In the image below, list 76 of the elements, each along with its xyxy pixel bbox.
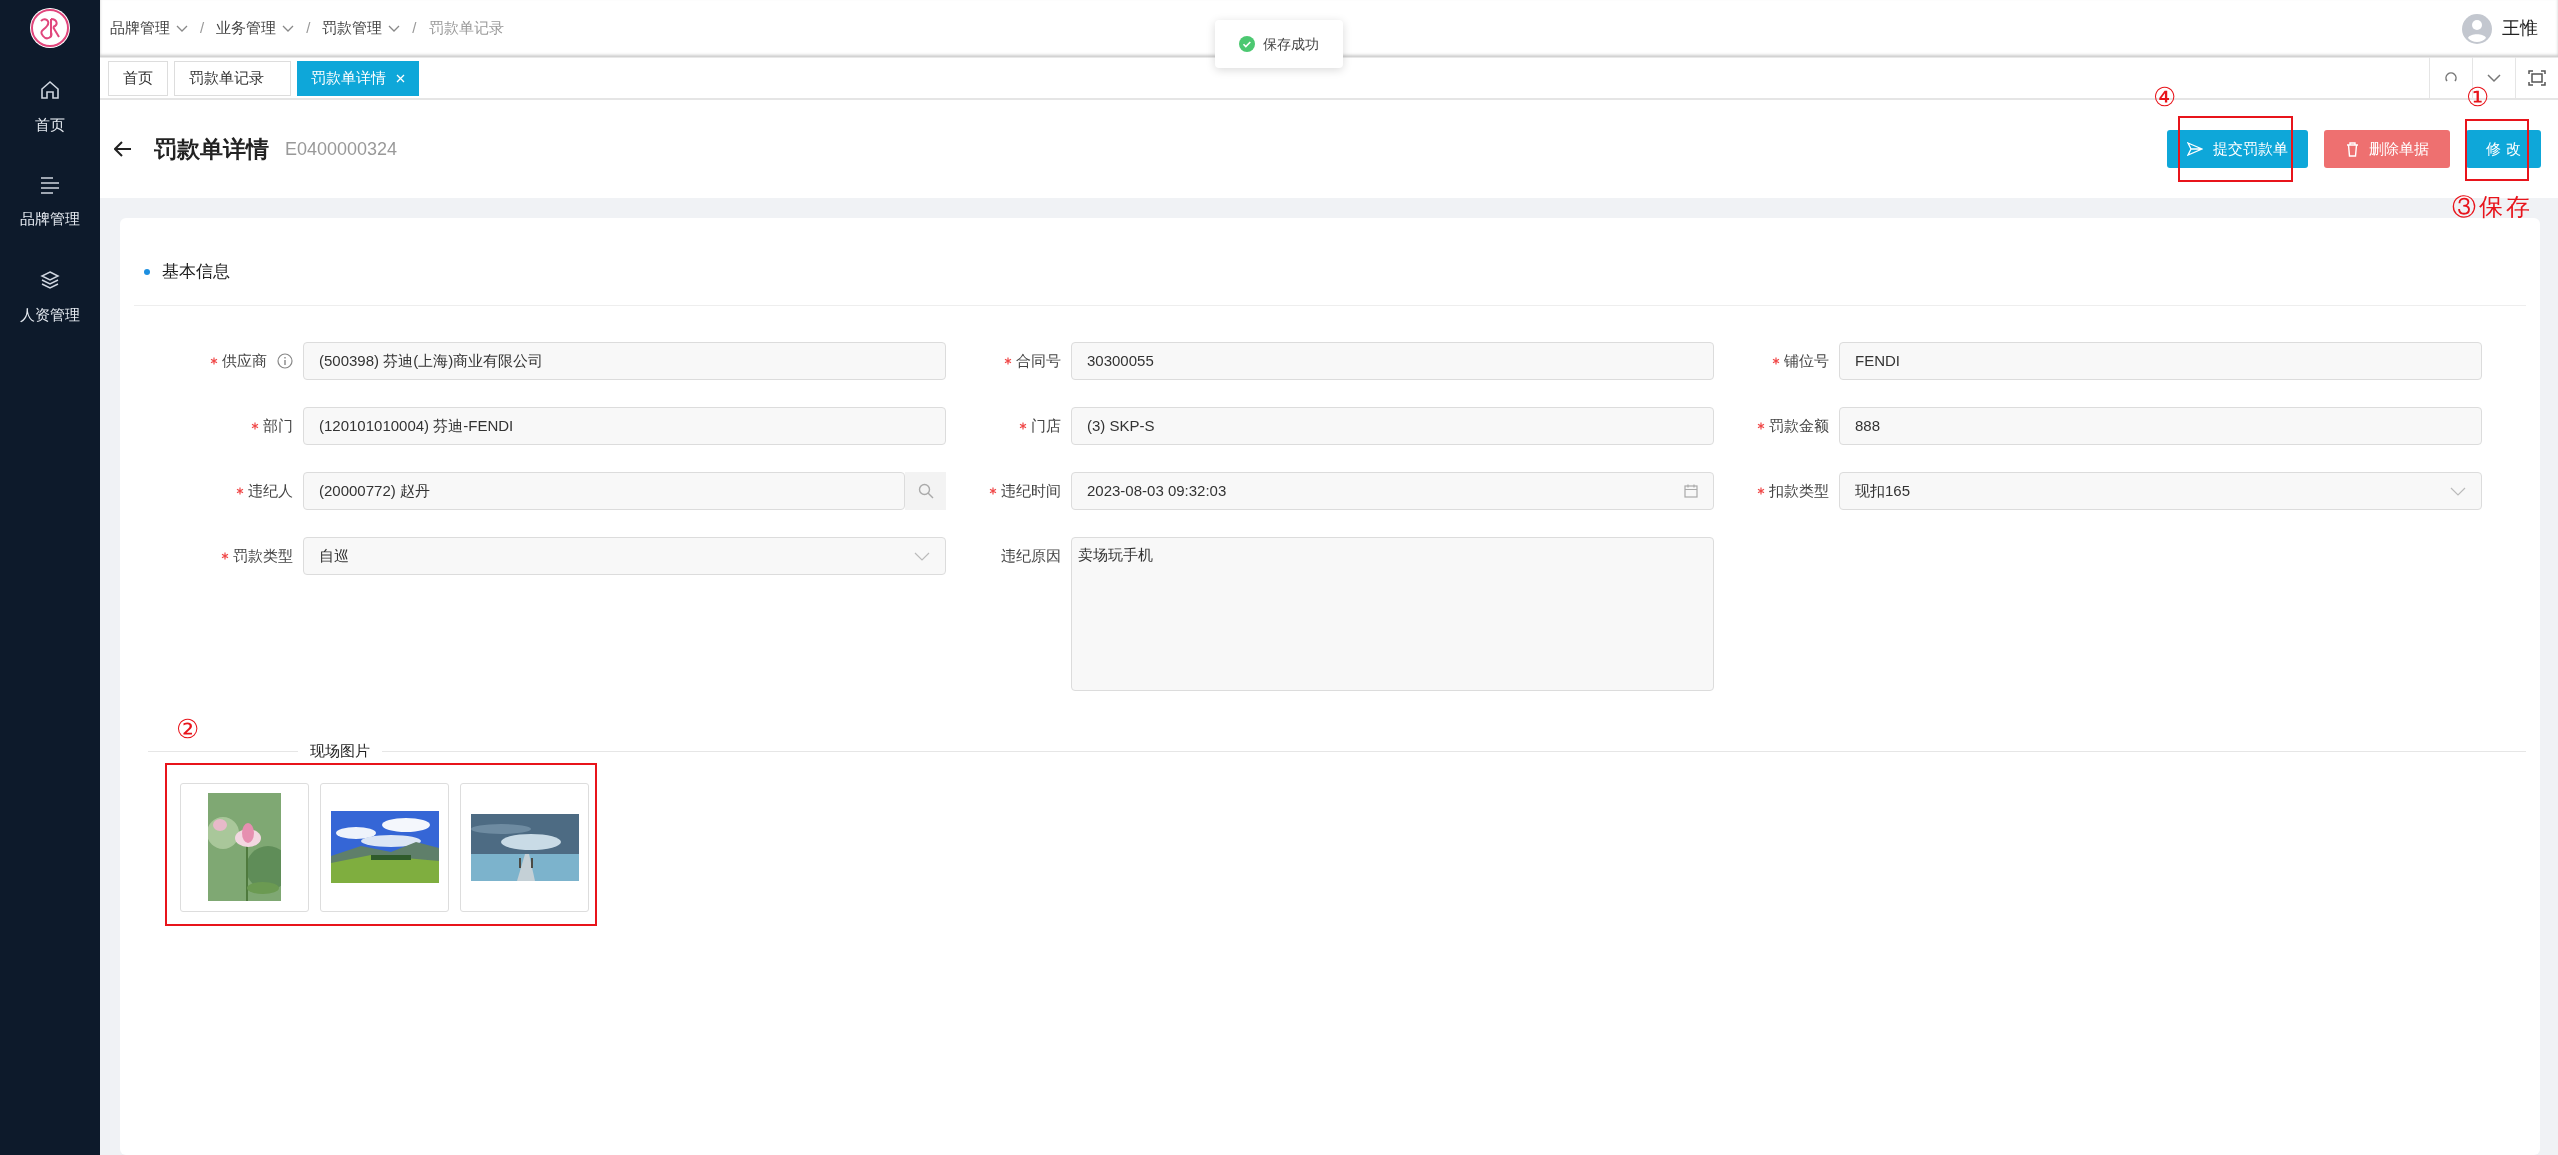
required-icon — [251, 422, 259, 430]
required-icon — [1772, 357, 1780, 365]
required-icon — [1019, 422, 1027, 430]
search-icon — [917, 483, 934, 499]
sidebar-item[interactable]: 人资管理 — [0, 251, 100, 346]
toast-message: 保存成功 — [1263, 34, 1319, 54]
field-label: 罚款金额 — [1769, 415, 1829, 436]
input-field[interactable]: 888 — [1839, 407, 2482, 445]
logo — [29, 7, 71, 49]
input-field[interactable]: 30300055 — [1071, 342, 1714, 380]
send-icon — [2187, 142, 2203, 156]
info-icon[interactable] — [277, 353, 293, 369]
required-icon — [1004, 357, 1012, 365]
field-label: 违纪时间 — [1001, 480, 1061, 501]
chevron-down-icon[interactable] — [176, 24, 188, 33]
breadcrumb-separator: / — [411, 18, 418, 39]
chevron-down-icon — [2450, 486, 2466, 496]
photo-thumbnail[interactable] — [180, 782, 309, 912]
required-icon — [236, 487, 244, 495]
required-icon — [1757, 487, 1765, 495]
field-label: 扣款类型 — [1769, 480, 1829, 501]
field-label: 部门 — [263, 415, 293, 436]
annotation-label: ② — [176, 716, 199, 742]
chevron-down-icon — [914, 551, 930, 561]
document-number: E0400000324 — [285, 137, 398, 161]
chevron-down-icon[interactable] — [388, 24, 401, 33]
breadcrumb-separator: / — [199, 18, 206, 39]
trash-icon — [2345, 141, 2359, 157]
breadcrumb-link[interactable]: 罚款管理 — [322, 17, 383, 40]
calendar-icon — [1684, 484, 1698, 498]
breadcrumb-link[interactable]: 业务管理 — [216, 17, 277, 40]
fullscreen-icon — [2528, 70, 2546, 86]
field-label: 供应商 — [222, 350, 267, 371]
back-arrow-icon[interactable] — [114, 141, 132, 157]
input-field[interactable]: (20000772) 赵丹 — [303, 472, 905, 510]
field-label: 门店 — [1031, 415, 1061, 436]
chevron-down-icon — [2487, 73, 2501, 83]
input-field[interactable]: (120101010004) 芬迪-FENDI — [303, 407, 946, 445]
input-field[interactable]: FENDI — [1839, 342, 2482, 380]
date-field[interactable]: 2023-08-03 09:32:03 — [1071, 472, 1714, 510]
select-field[interactable]: 自巡 — [303, 537, 946, 575]
tab[interactable]: 首页 — [108, 60, 168, 96]
list-icon — [40, 176, 60, 195]
annotation-label: ③保存 — [2452, 195, 2533, 219]
photos-title: 现场图片 — [309, 741, 371, 761]
photo-thumbnail[interactable] — [460, 782, 589, 912]
photo-thumbnail[interactable] — [320, 782, 449, 912]
highlight-frame — [2465, 119, 2529, 181]
sidebar-item[interactable]: 品牌管理 — [0, 156, 100, 251]
required-icon — [210, 357, 218, 365]
layers-icon — [40, 270, 60, 291]
page-title: 罚款单详情 — [154, 134, 269, 164]
required-icon — [989, 487, 997, 495]
annotation-label: ① — [2466, 84, 2489, 110]
close-icon[interactable] — [396, 73, 405, 83]
field-label: 违纪原因 — [1001, 545, 1061, 566]
select-field[interactable]: 现扣165 — [1839, 472, 2482, 510]
reason-textarea[interactable]: 卖场玩手机 — [1071, 537, 1714, 691]
tab[interactable]: 罚款单记录 — [174, 60, 291, 96]
success-icon — [1239, 36, 1255, 52]
chevron-down-icon[interactable] — [282, 24, 295, 33]
user-name[interactable]: 王惟 — [2502, 15, 2538, 42]
sidebar-item[interactable]: 首页 — [0, 61, 100, 156]
section-title: 基本信息 — [162, 260, 230, 283]
annotation-label: ④ — [2153, 84, 2176, 110]
breadcrumb-separator: / — [305, 18, 312, 39]
input-field[interactable]: (500398) 芬迪(上海)商业有限公司 — [303, 342, 946, 380]
required-icon — [1757, 422, 1765, 430]
breadcrumb-link[interactable]: 品牌管理 — [110, 17, 170, 40]
field-label: 合同号 — [1016, 350, 1061, 371]
input-field[interactable]: (3) SKP-S — [1071, 407, 1714, 445]
field-label: 违纪人 — [248, 480, 293, 501]
field-label: 罚款类型 — [233, 545, 293, 566]
home-icon — [40, 80, 60, 101]
field-label: 铺位号 — [1784, 350, 1829, 371]
required-icon — [221, 552, 229, 560]
